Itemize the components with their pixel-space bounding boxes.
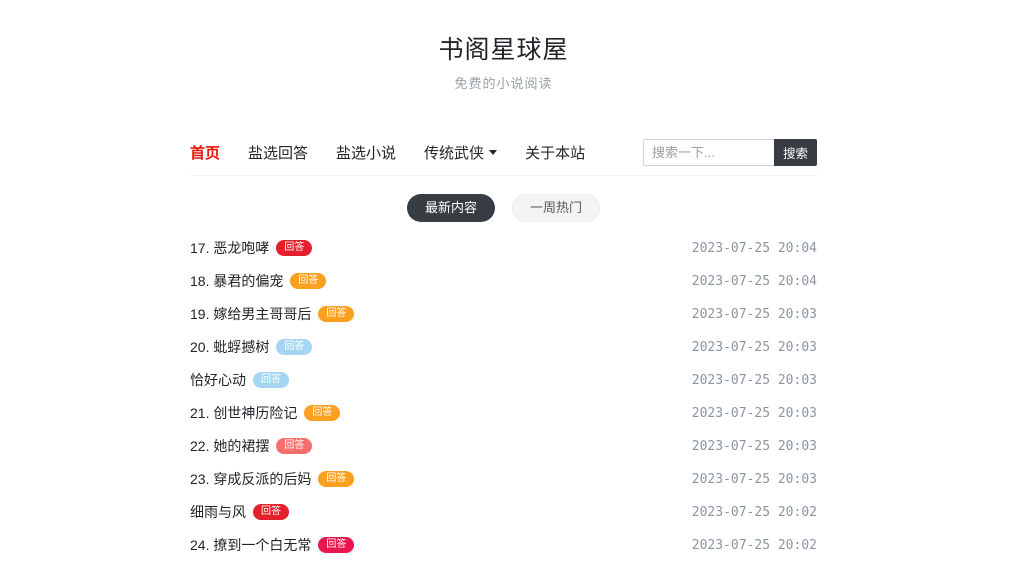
article-timestamp: 2023-07-25 20:03 [691, 306, 817, 322]
answer-badge: 回答 [276, 438, 313, 455]
list-item: 细雨与风 回答 2023-07-25 20:02 [190, 496, 817, 529]
article-timestamp: 2023-07-25 20:03 [691, 372, 817, 388]
list-item-left: 18. 暴君的偏宠 回答 [190, 271, 327, 291]
nav-item-about[interactable]: 关于本站 [525, 142, 585, 163]
article-timestamp: 2023-07-25 20:03 [691, 471, 817, 487]
answer-badge: 回答 [304, 405, 341, 422]
article-timestamp: 2023-07-25 20:02 [691, 537, 817, 553]
list-item: 22. 她的裙摆 回答 2023-07-25 20:03 [190, 430, 817, 463]
list-item: 18. 暴君的偏宠 回答 2023-07-25 20:04 [190, 265, 817, 298]
list-item: 23. 穿成反派的后妈 回答 2023-07-25 20:03 [190, 463, 817, 496]
answer-badge: 回答 [318, 471, 355, 488]
article-timestamp: 2023-07-25 20:03 [691, 438, 817, 454]
page-container: 书阁星球屋 免费的小说阅读 首页 盐选回答 盐选小说 传统武侠 关于本站 搜索 … [190, 0, 817, 562]
article-title-link[interactable]: 21. 创世神历险记 [190, 403, 297, 423]
site-subtitle: 免费的小说阅读 [454, 76, 553, 91]
list-item-left: 细雨与风 回答 [190, 502, 289, 522]
article-title-link[interactable]: 恰好心动 [190, 370, 246, 390]
nav-item-label: 传统武侠 [424, 145, 485, 162]
article-title-link[interactable]: 22. 她的裙摆 [190, 436, 269, 456]
search-button[interactable]: 搜索 [773, 139, 817, 166]
tab-weekly-hot[interactable]: 一周热门 [512, 194, 601, 222]
navbar: 首页 盐选回答 盐选小说 传统武侠 关于本站 搜索 [190, 130, 817, 176]
article-list: 17. 恶龙咆哮 回答 2023-07-25 20:04 18. 暴君的偏宠 回… [190, 232, 817, 562]
list-item-left: 24. 撩到一个白无常 回答 [190, 535, 355, 555]
nav-links: 首页 盐选回答 盐选小说 传统武侠 关于本站 [190, 142, 643, 163]
list-item-left: 20. 蚍蜉撼树 回答 [190, 337, 313, 357]
list-item-left: 23. 穿成反派的后妈 回答 [190, 469, 355, 489]
list-item: 恰好心动 回答 2023-07-25 20:03 [190, 364, 817, 397]
content-tabs: 最新内容 一周热门 [190, 194, 817, 222]
answer-badge: 回答 [318, 306, 355, 323]
list-item-left: 恰好心动 回答 [190, 370, 289, 390]
article-timestamp: 2023-07-25 20:02 [691, 504, 817, 520]
search-input[interactable] [642, 139, 774, 166]
list-item: 21. 创世神历险记 回答 2023-07-25 20:03 [190, 397, 817, 430]
answer-badge: 回答 [276, 339, 313, 356]
list-item: 17. 恶龙咆哮 回答 2023-07-25 20:04 [190, 232, 817, 265]
answer-badge: 回答 [276, 240, 313, 257]
article-timestamp: 2023-07-25 20:04 [691, 273, 817, 289]
list-item-left: 19. 嫁给男主哥哥后 回答 [190, 304, 355, 324]
nav-item-yanxuan-answers[interactable]: 盐选回答 [248, 142, 308, 163]
chevron-down-icon [489, 150, 498, 155]
article-timestamp: 2023-07-25 20:03 [691, 405, 817, 421]
site-header: 书阁星球屋 免费的小说阅读 [190, 0, 817, 92]
nav-item-home[interactable]: 首页 [190, 142, 220, 163]
nav-item-yanxuan-novels[interactable]: 盐选小说 [336, 142, 396, 163]
answer-badge: 回答 [253, 372, 289, 389]
site-title: 书阁星球屋 [438, 36, 569, 64]
answer-badge: 回答 [253, 504, 289, 521]
list-item-left: 21. 创世神历险记 回答 [190, 403, 341, 423]
tab-latest[interactable]: 最新内容 [406, 194, 495, 222]
nav-item-traditional-wuxia-dropdown[interactable]: 传统武侠 [424, 142, 498, 163]
answer-badge: 回答 [318, 537, 355, 554]
list-item-left: 22. 她的裙摆 回答 [190, 436, 313, 456]
article-title-link[interactable]: 23. 穿成反派的后妈 [190, 469, 311, 489]
list-item: 20. 蚍蜉撼树 回答 2023-07-25 20:03 [190, 331, 817, 364]
article-title-link[interactable]: 19. 嫁给男主哥哥后 [190, 304, 311, 324]
article-title-link[interactable]: 细雨与风 [190, 502, 246, 522]
article-title-link[interactable]: 18. 暴君的偏宠 [190, 271, 283, 291]
list-item-left: 17. 恶龙咆哮 回答 [190, 238, 313, 258]
list-item: 19. 嫁给男主哥哥后 回答 2023-07-25 20:03 [190, 298, 817, 331]
article-timestamp: 2023-07-25 20:03 [691, 339, 817, 355]
search-box: 搜索 [642, 139, 817, 166]
article-title-link[interactable]: 17. 恶龙咆哮 [190, 238, 269, 258]
article-title-link[interactable]: 24. 撩到一个白无常 [190, 535, 311, 555]
article-title-link[interactable]: 20. 蚍蜉撼树 [190, 337, 269, 357]
article-timestamp: 2023-07-25 20:04 [691, 240, 817, 256]
answer-badge: 回答 [290, 273, 327, 290]
list-item: 24. 撩到一个白无常 回答 2023-07-25 20:02 [190, 529, 817, 562]
